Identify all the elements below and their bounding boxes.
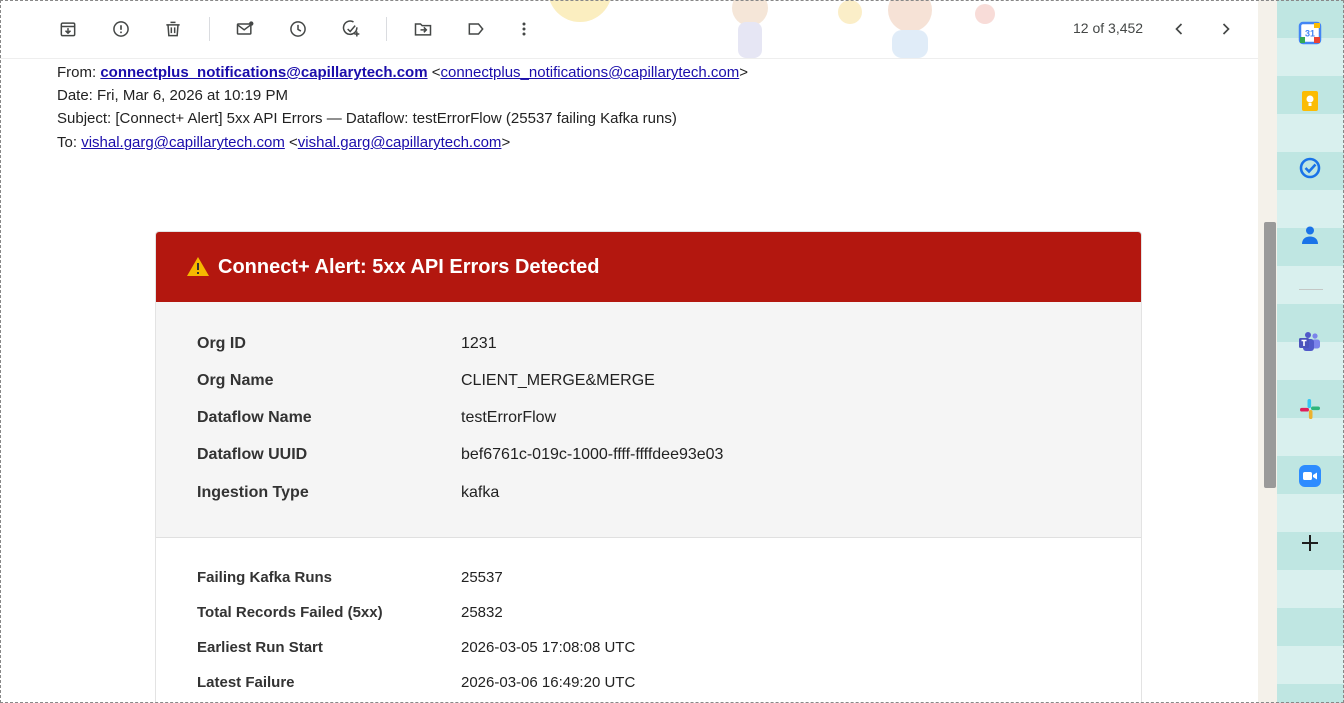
contacts-app-button[interactable] [1297,222,1323,248]
chevron-right-icon [1222,23,1230,35]
to-bracket-open: < [289,134,298,151]
report-spam-button[interactable] [106,14,136,44]
detail-label: Ingestion Type [197,484,309,501]
slack-icon [1300,399,1320,419]
side-panel-divider [1299,289,1323,290]
keep-app-button[interactable] [1297,88,1323,114]
delete-button[interactable] [158,14,188,44]
detail-label: Org Name [197,372,274,389]
to-label: To: [57,134,78,151]
alert-title: Connect+ Alert: 5xx API Errors Detected [218,255,600,278]
labels-button[interactable] [461,14,491,44]
from-address-link[interactable]: connectplus_notifications@capillarytech.… [440,64,739,81]
detail-label: Dataflow Name [197,409,312,426]
side-panel: 31 [1277,0,1344,703]
from-bracket-close: > [739,64,748,81]
to-bracket-close: > [501,134,511,151]
tasks-app-button[interactable] [1297,155,1323,181]
teams-addon-button[interactable] [1297,329,1323,355]
detail-value: bef6761c-019c-1000-ffff-ffffdee93e03 [461,446,724,463]
tasks-icon [1299,157,1321,179]
from-name-link[interactable]: connectplus_notifications@capillarytech.… [100,64,427,81]
email-toolbar: 12 of 3,452 [0,0,1258,59]
to-address-link[interactable]: vishal.garg@capillarytech.com [298,134,502,151]
detail-value: kafka [461,484,500,501]
archive-button[interactable] [53,14,83,44]
date-line: Date: Fri, Mar 6, 2026 at 10:19 PM [57,87,288,104]
detail-label: Dataflow UUID [197,446,308,463]
label-icon [468,23,484,35]
detail-label: Org ID [197,335,246,352]
from-line: From: connectplus_notifications@capillar… [57,64,748,81]
toolbar-divider [386,17,387,41]
theme-kids-decoration [732,0,995,58]
slack-addon-button[interactable] [1297,396,1323,422]
subject-line: Subject: [Connect+ Alert] 5xx API Errors… [57,110,677,127]
calendar-app-button[interactable]: 31 [1297,20,1323,46]
vertical-scrollbar[interactable] [1264,222,1276,488]
report-spam-icon [113,21,129,37]
stat-label: Failing Kafka Runs [197,569,333,586]
stat-label: Latest Failure [197,674,295,691]
mark-unread-button[interactable] [230,14,260,44]
teams-icon [1299,332,1320,351]
alert-header: Connect+ Alert: 5xx API Errors Detected [156,232,1141,302]
keep-icon [1302,91,1318,111]
clock-icon [290,21,306,37]
plus-icon [1302,535,1318,551]
stat-value: 2026-03-06 16:49:20 UTC [461,674,636,691]
email-view: 12 of 3,452 From: connectplus_notificati… [0,0,1258,703]
zoom-addon-button[interactable] [1297,463,1323,489]
toolbar-divider [209,17,210,41]
archive-icon [60,22,76,37]
calendar-icon: 31 [1298,21,1322,45]
add-to-tasks-button[interactable] [336,14,366,44]
zoom-icon [1299,465,1321,487]
to-name-link[interactable]: vishal.garg@capillarytech.com [81,134,285,151]
detail-value: 1231 [461,335,497,352]
alert-stats-section: Failing Kafka Runs 25537 Total Records F… [156,538,1141,703]
detail-value: CLIENT_MERGE&MERGE [461,372,655,389]
newer-button[interactable] [1164,14,1194,44]
from-label: From: [57,64,97,81]
detail-value: testErrorFlow [461,409,557,426]
snooze-button[interactable] [283,14,313,44]
pagination-count: 12 of 3,452 [1073,20,1144,36]
stat-value: 25832 [461,604,503,621]
trash-icon [166,21,180,37]
stat-value: 2026-03-05 17:08:08 UTC [461,639,636,656]
stat-label: Earliest Run Start [197,639,323,656]
mark-unread-icon [236,21,254,35]
move-to-folder-icon [414,23,432,36]
calendar-day: 31 [1305,29,1315,39]
alert-card: Connect+ Alert: 5xx API Errors Detected … [155,231,1142,703]
add-task-icon [342,20,360,37]
stat-label: Total Records Failed (5xx) [197,604,383,621]
warning-icon [187,257,209,276]
contacts-icon [1302,226,1318,244]
to-line: To: vishal.garg@capillarytech.com <visha… [57,134,510,151]
chevron-left-icon [1175,23,1183,35]
theme-sun-decoration [549,0,611,22]
stat-value: 25537 [461,569,503,586]
more-vert-icon [522,22,526,36]
move-to-button[interactable] [408,14,438,44]
alert-details-section: Org ID 1231 Org Name CLIENT_MERGE&MERGE … [156,302,1141,538]
get-addons-button[interactable] [1297,530,1323,556]
more-options-button[interactable] [509,14,539,44]
older-button[interactable] [1211,14,1241,44]
